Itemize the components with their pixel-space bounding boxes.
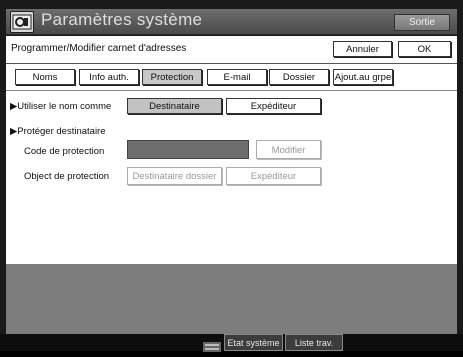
tab-protection[interactable]: Protection xyxy=(142,69,202,85)
main-panel: Programmer/Modifier carnet d'adresses An… xyxy=(6,36,457,264)
sender-option-button[interactable]: Expéditeur xyxy=(226,98,321,114)
ok-button[interactable]: OK xyxy=(398,41,451,57)
tab-names[interactable]: Noms xyxy=(15,69,75,85)
sender-object-button[interactable]: Expéditeur xyxy=(226,167,321,185)
job-list-button[interactable]: Liste trav. xyxy=(285,334,343,351)
cancel-button[interactable]: Annuler xyxy=(333,41,392,57)
exit-button[interactable]: Sortie xyxy=(394,14,450,31)
title-bar: Paramètres système Sortie xyxy=(6,9,457,35)
breadcrumb-row: Programmer/Modifier carnet d'adresses An… xyxy=(6,36,457,64)
message-area xyxy=(6,264,457,334)
use-name-as-label: ▶Utiliser le nom comme xyxy=(10,101,112,112)
tab-bar: Noms Info auth. Protection E-mail Dossie… xyxy=(6,64,457,91)
settings-app-icon xyxy=(10,11,34,33)
tab-folder[interactable]: Dossier xyxy=(269,69,329,85)
protect-destination-label: ▶Protéger destinataire xyxy=(10,126,106,137)
tab-add-to-group[interactable]: Ajout.au grpe xyxy=(333,69,393,85)
system-status-button[interactable]: Etat système xyxy=(224,334,283,351)
destination-option-button[interactable]: Destinataire xyxy=(127,98,222,114)
breadcrumb: Programmer/Modifier carnet d'adresses xyxy=(11,43,187,54)
status-indicator-icon xyxy=(203,339,221,352)
protection-code-label: Code de protection xyxy=(24,146,105,157)
destination-folder-button[interactable]: Destinataire dossier xyxy=(127,167,222,185)
protection-code-field[interactable] xyxy=(127,140,249,159)
protection-object-label: Object de protection xyxy=(24,171,110,182)
page-title: Paramètres système xyxy=(41,10,203,29)
screen-frame: Paramètres système Sortie Programmer/Mod… xyxy=(0,0,463,352)
modify-button[interactable]: Modifier xyxy=(256,140,321,159)
tab-email[interactable]: E-mail xyxy=(207,69,267,85)
tab-auth-info[interactable]: Info auth. xyxy=(79,69,139,85)
